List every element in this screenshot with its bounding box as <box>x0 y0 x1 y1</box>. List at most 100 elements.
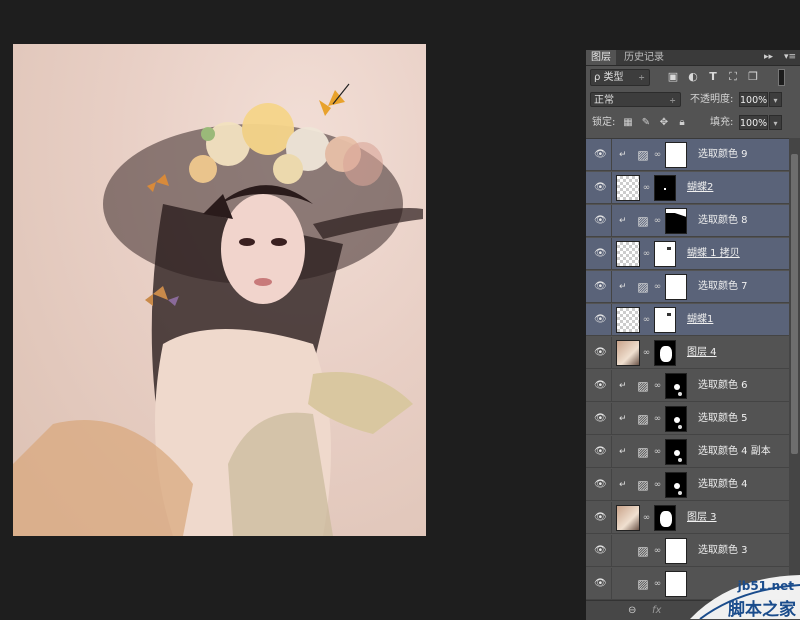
layer-mask-thumbnail[interactable] <box>654 307 676 333</box>
visibility-eye-icon[interactable]: 👁︎ <box>594 479 607 491</box>
fill-field[interactable]: 100% <box>739 115 768 130</box>
mask-link-icon[interactable]: ∞ <box>653 413 662 425</box>
panel-menu-icon[interactable]: ▾≡ <box>784 50 796 65</box>
mask-link-icon[interactable]: ∞ <box>642 314 651 326</box>
mask-link-icon[interactable]: ∞ <box>653 380 662 392</box>
shape-icon[interactable]: ⛶ <box>726 70 740 84</box>
mask-link-icon[interactable]: ∞ <box>653 446 662 458</box>
lock-pixels-icon[interactable]: ✎ <box>640 116 652 130</box>
layer-row[interactable]: 👁︎ ∞ 蝴蝶2 <box>586 172 789 204</box>
visibility-eye-icon[interactable]: 👁︎ <box>594 281 607 293</box>
layer-mask-thumbnail[interactable] <box>665 142 687 168</box>
visibility-eye-icon[interactable]: 👁︎ <box>594 248 607 260</box>
smart-object-icon[interactable]: ❐ <box>746 70 760 84</box>
layer-row[interactable]: 👁︎ ▨ ∞ 选取颜色 3 <box>586 535 789 567</box>
layer-name[interactable]: 蝴蝶1 <box>687 304 713 335</box>
adjustment-layer-icon[interactable]: ▨ <box>636 379 650 393</box>
fx-icon[interactable]: fx <box>652 604 661 617</box>
mask-link-icon[interactable]: ∞ <box>653 578 662 590</box>
layer-row[interactable]: 👁︎ ↵ ▨ ∞ 选取颜色 6 <box>586 370 789 402</box>
visibility-eye-icon[interactable]: 👁︎ <box>594 413 607 425</box>
adjustment-layer-icon[interactable]: ▨ <box>636 478 650 492</box>
visibility-eye-icon[interactable]: 👁︎ <box>594 446 607 458</box>
scrollbar-thumb[interactable] <box>791 154 798 454</box>
image-icon[interactable]: ▣ <box>666 70 680 84</box>
adjustment-layer-icon[interactable]: ▨ <box>636 412 650 426</box>
layer-mask-thumbnail[interactable] <box>665 538 687 564</box>
layer-mask-thumbnail[interactable] <box>654 241 676 267</box>
mask-link-icon[interactable]: ∞ <box>653 545 662 557</box>
lock-transparency-icon[interactable]: ▦ <box>622 116 634 130</box>
layer-row[interactable]: 👁︎ ↵ ▨ ∞ 选取颜色 4 副本 <box>586 436 789 468</box>
layer-name[interactable]: 选取颜色 8 <box>698 205 748 236</box>
filter-kind-select[interactable]: ρ 类型 ÷ <box>590 69 650 86</box>
layer-thumbnail[interactable] <box>616 340 640 366</box>
layer-mask-thumbnail[interactable] <box>665 571 687 597</box>
visibility-eye-icon[interactable]: 👁︎ <box>594 182 607 194</box>
adjustment-layer-icon[interactable]: ▨ <box>636 280 650 294</box>
layer-thumbnail[interactable] <box>616 505 640 531</box>
fill-slider-button[interactable]: ▾ <box>769 115 782 130</box>
layer-thumbnail[interactable] <box>616 241 640 267</box>
layer-row[interactable]: 👁︎ ↵ ▨ ∞ 选取颜色 7 <box>586 271 789 303</box>
layer-mask-thumbnail[interactable] <box>665 406 687 432</box>
layer-row[interactable]: 👁︎ ↵ ▨ ∞ 选取颜色 5 <box>586 403 789 435</box>
visibility-eye-icon[interactable]: 👁︎ <box>594 314 607 326</box>
layer-thumbnail[interactable] <box>616 307 640 333</box>
layer-mask-thumbnail[interactable] <box>665 439 687 465</box>
layer-name[interactable]: 图层 3 <box>687 502 717 533</box>
adjustment-icon[interactable]: ◐ <box>686 70 700 84</box>
layer-name[interactable]: 选取颜色 9 <box>698 139 748 170</box>
artwork-image[interactable] <box>13 44 426 536</box>
mask-link-icon[interactable]: ∞ <box>642 512 651 524</box>
mask-link-icon[interactable]: ∞ <box>653 215 662 227</box>
layer-name[interactable]: 选取颜色 5 <box>698 403 748 434</box>
layer-mask-thumbnail[interactable] <box>665 373 687 399</box>
layer-name[interactable]: 选取颜色 4 副本 <box>698 436 771 467</box>
layer-mask-thumbnail[interactable] <box>654 505 676 531</box>
layer-row[interactable]: 👁︎ ↵ ▨ ∞ 选取颜色 4 <box>586 469 789 501</box>
layer-row[interactable]: 👁︎ ↵ ▨ ∞ 选取颜色 8 <box>586 205 789 237</box>
tab-layers[interactable]: 图层 <box>586 50 616 65</box>
adjustment-layer-icon[interactable]: ▨ <box>636 148 650 162</box>
layer-name[interactable]: 选取颜色 4 <box>698 469 748 500</box>
mask-link-icon[interactable]: ∞ <box>653 479 662 491</box>
layer-name[interactable]: 蝴蝶 1 拷贝 <box>687 238 740 269</box>
tab-history[interactable]: 历史记录 <box>619 50 669 65</box>
visibility-eye-icon[interactable]: 👁︎ <box>594 215 607 227</box>
mask-link-icon[interactable]: ∞ <box>642 182 651 194</box>
type-icon[interactable]: T <box>706 70 720 84</box>
layer-name[interactable]: 选取颜色 7 <box>698 271 748 302</box>
layer-row[interactable]: 👁︎ ∞ 蝴蝶 1 拷贝 <box>586 238 789 270</box>
mask-link-icon[interactable]: ∞ <box>642 347 651 359</box>
layer-row[interactable]: 👁︎ ∞ 图层 3 <box>586 502 789 534</box>
collapse-panel-icon[interactable]: ▸▸ <box>764 50 773 65</box>
mask-link-icon[interactable]: ∞ <box>642 248 651 260</box>
adjustment-layer-icon[interactable]: ▨ <box>636 445 650 459</box>
visibility-eye-icon[interactable]: 👁︎ <box>594 347 607 359</box>
layer-row[interactable]: 👁︎ ∞ 图层 4 <box>586 337 789 369</box>
mask-link-icon[interactable]: ∞ <box>653 281 662 293</box>
layer-mask-thumbnail[interactable] <box>665 208 687 234</box>
visibility-eye-icon[interactable]: 👁︎ <box>594 380 607 392</box>
layer-row[interactable]: 👁︎ ↵ ▨ ∞ 选取颜色 9 <box>586 139 789 171</box>
lock-all-icon[interactable]: 🔒︎ <box>676 116 688 130</box>
lock-position-icon[interactable]: ✥ <box>658 116 670 130</box>
adjustment-layer-icon[interactable]: ▨ <box>636 544 650 558</box>
layer-mask-thumbnail[interactable] <box>654 340 676 366</box>
layer-name[interactable]: 选取颜色 3 <box>698 535 748 566</box>
opacity-slider-button[interactable]: ▾ <box>769 92 782 107</box>
layer-name[interactable]: 图层 4 <box>687 337 717 368</box>
visibility-eye-icon[interactable]: 👁︎ <box>594 149 607 161</box>
layer-row[interactable]: 👁︎ ∞ 蝴蝶1 <box>586 304 789 336</box>
layer-mask-thumbnail[interactable] <box>654 175 676 201</box>
visibility-eye-icon[interactable]: 👁︎ <box>594 578 607 590</box>
layer-name[interactable]: 蝴蝶2 <box>687 172 713 203</box>
visibility-eye-icon[interactable]: 👁︎ <box>594 545 607 557</box>
blend-mode-select[interactable]: 正常 ÷ <box>590 92 681 107</box>
layer-mask-thumbnail[interactable] <box>665 274 687 300</box>
filter-toggle[interactable] <box>778 69 785 86</box>
adjustment-layer-icon[interactable]: ▨ <box>636 214 650 228</box>
layer-thumbnail[interactable] <box>616 175 640 201</box>
mask-link-icon[interactable]: ∞ <box>653 149 662 161</box>
